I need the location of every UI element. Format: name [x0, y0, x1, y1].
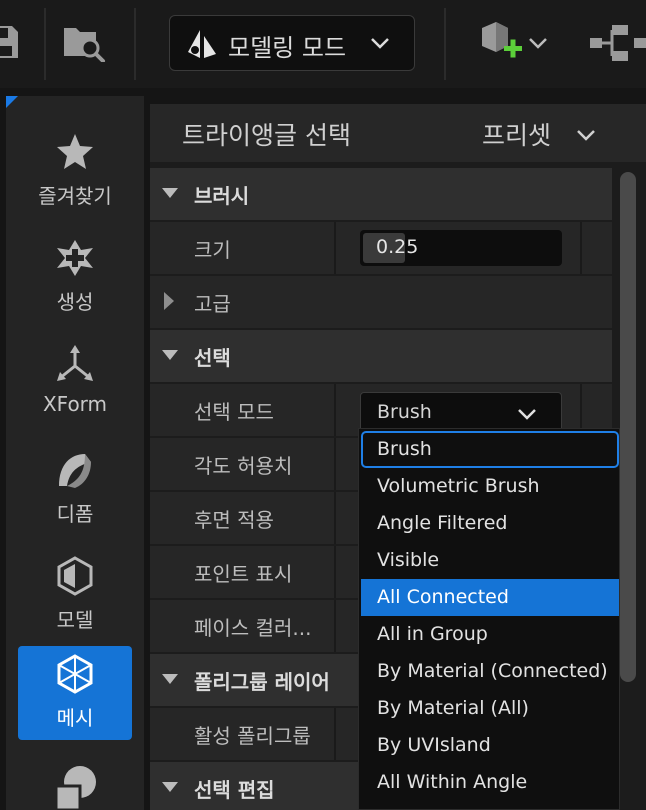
- mode-model[interactable]: 모델: [18, 548, 132, 644]
- property-label: 선택 모드: [194, 400, 274, 424]
- mode-label: XForm: [42, 392, 108, 416]
- mode-favorites[interactable]: 즐겨찾기: [18, 124, 132, 220]
- column-divider: [334, 546, 336, 598]
- option-label: Volumetric Brush: [377, 475, 540, 497]
- column-divider: [334, 708, 336, 760]
- browse-folder-icon[interactable]: [62, 22, 106, 62]
- property-label: 페이스 컬러...: [194, 616, 312, 640]
- property-label: 고급: [194, 292, 231, 316]
- brush-size-field[interactable]: 0.25: [360, 230, 562, 266]
- selection-mode-value: Brush: [377, 401, 432, 423]
- expanded-arrow-icon: [162, 782, 178, 792]
- star-icon: [57, 134, 93, 169]
- dropdown-option[interactable]: Visible: [361, 542, 619, 579]
- option-label: Angle Filtered: [377, 512, 508, 534]
- option-label: Brush: [377, 438, 432, 460]
- collapsed-arrow-icon: [164, 292, 174, 310]
- tool-header: 트라이앵글 선택 프리셋: [150, 104, 646, 162]
- mode-xform[interactable]: XForm: [18, 336, 132, 432]
- dropdown-option[interactable]: Volumetric Brush: [361, 468, 619, 505]
- section-label: 선택 편집: [194, 778, 275, 802]
- mode-label: 메시: [56, 706, 94, 730]
- chevron-down-icon[interactable]: [576, 128, 596, 142]
- toolbar-separator: [444, 8, 446, 80]
- shape-icon[interactable]: [54, 764, 98, 810]
- dropdown-option[interactable]: All Within Angle: [361, 764, 619, 801]
- dropdown-option[interactable]: Brush: [361, 431, 619, 468]
- column-divider: [334, 600, 336, 652]
- expanded-arrow-icon: [162, 188, 178, 198]
- option-label: All Connected: [377, 586, 509, 608]
- option-label: By Material (Connected): [377, 660, 608, 682]
- option-label: Visible: [377, 549, 440, 571]
- chevron-down-icon: [518, 409, 536, 420]
- add-actor-icon[interactable]: [478, 20, 524, 64]
- row-advanced[interactable]: 고급: [150, 276, 612, 328]
- modeling-mode-icon: [188, 30, 216, 58]
- dropdown-option[interactable]: All Connected: [361, 579, 619, 616]
- corner-marker: [6, 96, 18, 108]
- property-label: 활성 폴리그룹: [194, 724, 311, 748]
- dropdown-option[interactable]: All in Group: [361, 616, 619, 653]
- property-label: 포인트 표시: [194, 562, 293, 586]
- property-label: 후면 적용: [194, 508, 274, 532]
- dropdown-option[interactable]: Angle Filtered: [361, 505, 619, 542]
- modeling-mode-dropdown[interactable]: 모델링 모드: [169, 15, 415, 71]
- section-label: 브러시: [194, 184, 250, 208]
- top-toolbar: 모델링 모드: [0, 0, 646, 88]
- expanded-arrow-icon: [162, 674, 178, 684]
- mode-create[interactable]: 생성: [18, 230, 132, 326]
- mode-deform[interactable]: 디폼: [18, 442, 132, 538]
- column-divider: [334, 222, 336, 274]
- dropdown-option[interactable]: By Material (All): [361, 690, 619, 727]
- preset-dropdown[interactable]: 프리셋: [482, 116, 551, 152]
- section-selection[interactable]: 선택: [150, 330, 612, 382]
- option-label: All Within Angle: [377, 771, 528, 793]
- row-brush-size: 크기 0.25: [150, 222, 612, 274]
- dropdown-option[interactable]: By Material (Connected): [361, 653, 619, 690]
- xform-icon: [57, 345, 93, 381]
- column-divider: [334, 492, 336, 544]
- mode-label: 모델: [56, 608, 94, 632]
- create-icon: [57, 240, 93, 276]
- brush-size-value: 0.25: [376, 236, 419, 258]
- toolbar-separator: [44, 8, 46, 80]
- deform-icon: [59, 454, 91, 488]
- section-brush[interactable]: 브러시: [150, 168, 612, 220]
- expanded-arrow-icon: [162, 350, 178, 360]
- mesh-icon: [57, 654, 93, 694]
- selection-mode-dropdown-list: Brush Volumetric Brush Angle Filtered Vi…: [358, 428, 620, 810]
- modeling-mode-window: 모델링 모드 즐겨찾기 생성 XForm 디폼 모델 메시 트라이앵글 선택 프…: [0, 0, 646, 810]
- selection-mode-combo[interactable]: Brush: [360, 392, 562, 432]
- model-icon: [57, 556, 93, 596]
- modeling-mode-label: 모델링 모드: [228, 34, 347, 62]
- mode-label: 디폼: [56, 502, 94, 526]
- tool-title: 트라이앵글 선택: [182, 121, 351, 150]
- column-divider: [334, 384, 336, 436]
- save-icon[interactable]: [0, 24, 18, 60]
- section-label: 선택: [194, 346, 231, 370]
- column-divider: [334, 438, 336, 490]
- property-label: 크기: [194, 238, 231, 262]
- mode-label: 생성: [56, 290, 94, 314]
- property-label: 각도 허용치: [194, 454, 293, 478]
- option-label: All in Group: [377, 623, 488, 645]
- option-label: By UVIsland: [377, 734, 491, 756]
- chevron-down-icon[interactable]: [528, 36, 548, 50]
- dropdown-option[interactable]: By UVIsland: [361, 727, 619, 764]
- mode-mesh[interactable]: 메시: [18, 646, 132, 740]
- blueprint-icon[interactable]: [590, 24, 646, 62]
- toolbar-separator: [134, 8, 136, 80]
- scrollbar-thumb[interactable]: [620, 172, 636, 682]
- option-label: By Material (All): [377, 697, 529, 719]
- mode-label: 즐겨찾기: [38, 184, 112, 208]
- column-divider: [580, 222, 582, 274]
- section-label: 폴리그룹 레이어: [194, 670, 330, 694]
- chevron-down-icon: [371, 38, 389, 49]
